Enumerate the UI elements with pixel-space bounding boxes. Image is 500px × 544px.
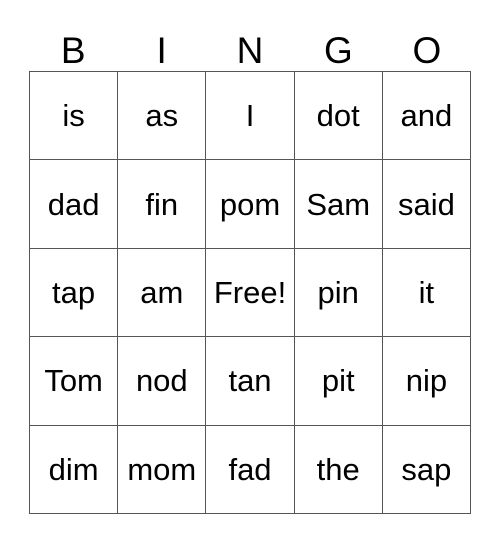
bingo-cell[interactable]: nip <box>382 337 472 426</box>
bingo-header-g: G <box>324 30 353 71</box>
bingo-cell[interactable]: Tom <box>30 337 119 426</box>
bingo-cell[interactable]: dot <box>294 72 383 161</box>
bingo-free-cell[interactable]: Free! <box>206 248 295 338</box>
bingo-header-n: N <box>236 30 264 71</box>
bingo-header-i: I <box>156 30 167 71</box>
bingo-cell[interactable]: Sam <box>294 160 383 249</box>
bingo-cell[interactable]: the <box>294 425 383 515</box>
bingo-cell[interactable]: and <box>382 72 472 161</box>
bingo-cell[interactable]: is <box>30 72 119 161</box>
bingo-cell[interactable]: dad <box>30 160 119 249</box>
bingo-row: is as I dot and <box>30 72 472 161</box>
bingo-cell[interactable]: mom <box>118 425 207 515</box>
bingo-cell[interactable]: tan <box>206 337 295 426</box>
bingo-cell[interactable]: said <box>382 160 472 249</box>
bingo-header-o: O <box>412 30 442 71</box>
bingo-cell[interactable]: sap <box>382 425 472 515</box>
bingo-cell[interactable]: I <box>206 72 295 161</box>
bingo-cell[interactable]: am <box>118 248 207 338</box>
bingo-header-row: B I N G O <box>29 21 471 71</box>
bingo-row: dad fin pom Sam said <box>30 160 472 249</box>
bingo-row: tap am Free! pin it <box>30 248 472 338</box>
bingo-header-b: B <box>60 30 86 71</box>
bingo-row: Tom nod tan pit nip <box>30 337 472 426</box>
bingo-row: dim mom fad the sap <box>30 425 472 515</box>
bingo-cell[interactable]: fad <box>206 425 295 515</box>
bingo-cell[interactable]: as <box>118 72 207 161</box>
bingo-cell[interactable]: dim <box>30 425 119 515</box>
bingo-card: B I N G O is as I dot and dad fin pom Sa… <box>29 21 472 515</box>
bingo-cell[interactable]: tap <box>30 248 119 338</box>
bingo-cell[interactable]: nod <box>118 337 207 426</box>
bingo-cell[interactable]: fin <box>118 160 207 249</box>
bingo-cell[interactable]: pom <box>206 160 295 249</box>
bingo-cell[interactable]: pit <box>294 337 383 426</box>
bingo-grid: is as I dot and dad fin pom Sam said tap… <box>29 71 472 515</box>
bingo-cell[interactable]: pin <box>294 248 383 338</box>
bingo-cell[interactable]: it <box>382 248 472 338</box>
